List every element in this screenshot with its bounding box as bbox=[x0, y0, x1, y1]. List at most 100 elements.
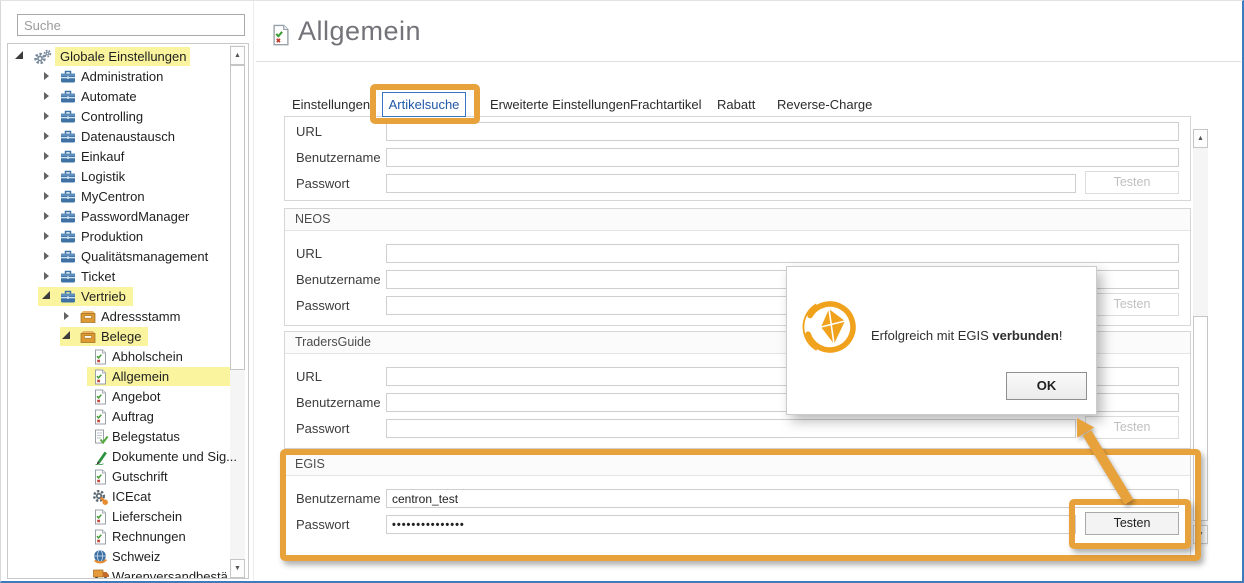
tree-item-auftrag[interactable]: Auftrag bbox=[8, 407, 230, 427]
tree-item-icecat[interactable]: ICEcat bbox=[8, 487, 230, 507]
scroll-up-icon[interactable]: ▲ bbox=[1193, 129, 1208, 148]
chevron-expanded-icon[interactable] bbox=[42, 291, 50, 299]
scroll-up-icon[interactable]: ▲ bbox=[230, 46, 245, 65]
url-input[interactable] bbox=[386, 244, 1179, 263]
search-input[interactable] bbox=[17, 14, 245, 36]
globe-icon bbox=[93, 549, 108, 564]
briefcase-icon bbox=[60, 209, 76, 224]
chevron-collapsed-icon[interactable] bbox=[44, 112, 49, 120]
content-scrollbar[interactable]: ▲ ▼ bbox=[1193, 129, 1208, 546]
tab-einstellungen[interactable]: Einstellungen bbox=[292, 97, 370, 112]
tree-item-adressstamm[interactable]: Adressstamm bbox=[8, 307, 230, 327]
chevron-collapsed-icon[interactable] bbox=[44, 252, 49, 260]
doc-check-icon bbox=[94, 389, 107, 405]
tree-item-automate[interactable]: Automate bbox=[8, 87, 230, 107]
tree-item-administration[interactable]: Administration bbox=[8, 67, 230, 87]
box-icon bbox=[80, 309, 96, 324]
tab-frachtartikel[interactable]: Frachtartikel bbox=[630, 97, 702, 112]
tree-item-vertrieb[interactable]: Vertrieb bbox=[8, 287, 230, 307]
doc-check-icon bbox=[94, 409, 107, 425]
tree-item-controlling[interactable]: Controlling bbox=[8, 107, 230, 127]
header-divider bbox=[256, 61, 1241, 62]
scrollbar-thumb[interactable] bbox=[1193, 316, 1208, 521]
chevron-collapsed-icon[interactable] bbox=[44, 192, 49, 200]
tree-item-mycentron[interactable]: MyCentron bbox=[8, 187, 230, 207]
navigation-tree: Globale Einstellungen Administration Aut… bbox=[7, 43, 249, 579]
scroll-down-icon[interactable]: ▼ bbox=[230, 559, 245, 578]
testen-button[interactable]: Testen bbox=[1085, 416, 1179, 439]
url-input[interactable] bbox=[386, 122, 1179, 141]
chevron-expanded-icon[interactable] bbox=[62, 331, 70, 339]
tree-item-warenversandbestaetigung[interactable]: Warenversandbestä bbox=[8, 567, 230, 579]
doc-check-icon bbox=[94, 349, 107, 365]
chevron-collapsed-icon[interactable] bbox=[44, 232, 49, 240]
tree-item-angebot[interactable]: Angebot bbox=[8, 387, 230, 407]
success-dialog: Erfolgreich mit EGIS verbunden! OK bbox=[786, 266, 1097, 415]
chevron-expanded-icon[interactable] bbox=[15, 51, 23, 59]
passwort-input[interactable] bbox=[386, 419, 1076, 438]
doc-check-icon bbox=[94, 369, 107, 385]
tree-item-schweiz[interactable]: Schweiz bbox=[8, 547, 230, 567]
application-window: Globale Einstellungen Administration Aut… bbox=[0, 0, 1244, 583]
benutzername-input[interactable] bbox=[386, 489, 1179, 508]
ok-button[interactable]: OK bbox=[1006, 372, 1087, 400]
chevron-collapsed-icon[interactable] bbox=[44, 72, 49, 80]
tree-item-logistik[interactable]: Logistik bbox=[8, 167, 230, 187]
briefcase-icon bbox=[60, 129, 76, 144]
testen-button[interactable]: Testen bbox=[1085, 512, 1179, 535]
tab-artikelsuche[interactable]: Artikelsuche bbox=[382, 92, 466, 117]
briefcase-icon bbox=[60, 109, 76, 124]
panel-divider bbox=[253, 1, 254, 583]
section-title: NEOS bbox=[285, 209, 1190, 231]
testen-button[interactable]: Testen bbox=[1085, 171, 1179, 194]
tree-item-einkauf[interactable]: Einkauf bbox=[8, 147, 230, 167]
chevron-collapsed-icon[interactable] bbox=[44, 172, 49, 180]
tree-item-belege[interactable]: Belege bbox=[8, 327, 230, 347]
chevron-collapsed-icon[interactable] bbox=[44, 272, 49, 280]
tab-reverse-charge[interactable]: Reverse-Charge bbox=[777, 97, 872, 112]
doc-check-icon bbox=[272, 24, 290, 51]
tree-item-lieferschein[interactable]: Lieferschein bbox=[8, 507, 230, 527]
passwort-input[interactable] bbox=[386, 515, 1076, 534]
scrollbar-thumb[interactable] bbox=[230, 65, 245, 370]
chevron-collapsed-icon[interactable] bbox=[44, 132, 49, 140]
briefcase-icon bbox=[60, 289, 76, 304]
tree-item-gutschrift[interactable]: Gutschrift bbox=[8, 467, 230, 487]
chevron-collapsed-icon[interactable] bbox=[44, 92, 49, 100]
tree-item-qualitaetsmanagement[interactable]: Qualitätsmanagement bbox=[8, 247, 230, 267]
page-title: Allgemein bbox=[298, 16, 421, 47]
tree-item-dokumente-und-signaturen[interactable]: Dokumente und Sig... bbox=[8, 447, 230, 467]
tree-item-datenaustausch[interactable]: Datenaustausch bbox=[8, 127, 230, 147]
scroll-down-icon[interactable]: ▼ bbox=[1193, 525, 1208, 544]
chevron-collapsed-icon[interactable] bbox=[44, 152, 49, 160]
briefcase-icon bbox=[60, 169, 76, 184]
testen-button[interactable]: Testen bbox=[1085, 293, 1179, 316]
tree-item-produktion[interactable]: Produktion bbox=[8, 227, 230, 247]
gear-wrench-icon bbox=[92, 489, 109, 505]
tab-rabatt[interactable]: Rabatt bbox=[717, 97, 755, 112]
truck-icon bbox=[93, 569, 110, 579]
briefcase-icon bbox=[60, 229, 76, 244]
tree-item-globale-einstellungen[interactable]: Globale Einstellungen bbox=[8, 47, 230, 67]
passwort-input[interactable] bbox=[386, 174, 1076, 193]
tree-item-allgemein[interactable]: Allgemein bbox=[8, 367, 230, 387]
box-icon bbox=[80, 329, 96, 344]
doc-check-icon bbox=[94, 469, 107, 485]
briefcase-icon bbox=[60, 69, 76, 84]
tree-item-rechnungen[interactable]: Rechnungen bbox=[8, 527, 230, 547]
tree-item-passwordmanager[interactable]: PasswordManager bbox=[8, 207, 230, 227]
tree-item-ticket[interactable]: Ticket bbox=[8, 267, 230, 287]
benutzername-input[interactable] bbox=[386, 148, 1179, 167]
tab-erweiterte-einstellungen[interactable]: Erweiterte Einstellungen bbox=[490, 97, 630, 112]
gears-icon bbox=[32, 49, 53, 66]
tree-item-abholschein[interactable]: Abholschein bbox=[8, 347, 230, 367]
dialog-message: Erfolgreich mit EGIS verbunden! bbox=[871, 328, 1086, 343]
centron-logo-icon bbox=[800, 297, 860, 362]
tree-item-belegstatus[interactable]: Belegstatus bbox=[8, 427, 230, 447]
chevron-collapsed-icon[interactable] bbox=[64, 312, 69, 320]
briefcase-icon bbox=[60, 189, 76, 204]
chevron-collapsed-icon[interactable] bbox=[44, 212, 49, 220]
pen-icon bbox=[94, 449, 108, 465]
sidebar-scrollbar[interactable]: ▲ ▼ bbox=[230, 45, 245, 579]
briefcase-icon bbox=[60, 249, 76, 264]
